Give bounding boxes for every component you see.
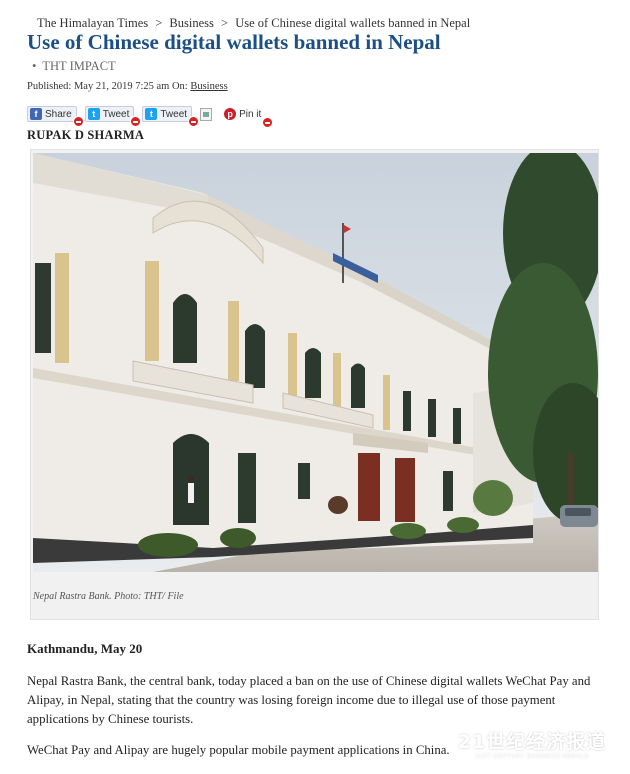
breadcrumb-separator: > — [221, 16, 229, 30]
breadcrumb-current: Use of Chinese digital wallets banned in… — [235, 16, 471, 30]
breadcrumb-business-link[interactable]: Business — [169, 16, 213, 30]
facebook-share-label: Share — [45, 108, 72, 120]
article-photo — [33, 153, 598, 572]
impact-label: • THT IMPACT — [32, 59, 116, 74]
facebook-icon: f — [30, 108, 42, 120]
facebook-share-button[interactable]: f Share — [27, 106, 84, 127]
tweet-button-2[interactable]: t Tweet — [142, 106, 200, 127]
article-figure: Nepal Rastra Bank. Photo: THT/ File — [30, 149, 599, 620]
article-title: Use of Chinese digital wallets banned in… — [27, 30, 441, 54]
watermark-subtext: 21ST CENTURY BUSINESS HERALD — [475, 754, 589, 760]
twitter-icon: t — [145, 108, 158, 120]
tweet-label: Tweet — [102, 108, 130, 120]
published-date: Published: May 21, 2019 7:25 am On: — [27, 81, 191, 92]
pinterest-icon: p — [224, 108, 237, 120]
publisher-watermark: 21世纪经济报道 21ST CENTURY BUSINESS HERALD — [452, 727, 612, 767]
article-dateline: Kathmandu, May 20 — [27, 641, 143, 656]
pin-it-button[interactable]: p Pin it — [222, 106, 274, 128]
published-line: Published: May 21, 2019 7:25 am On: Busi… — [27, 81, 228, 92]
bullet-icon: • — [32, 59, 37, 73]
broken-image-icon — [200, 107, 213, 121]
pin-it-label: Pin it — [239, 108, 262, 120]
breadcrumb-home-link[interactable]: The Himalayan Times — [37, 16, 148, 30]
close-badge-icon[interactable] — [188, 116, 200, 127]
breadcrumb-separator: > — [155, 16, 163, 30]
twitter-icon: t — [87, 108, 100, 120]
category-link[interactable]: Business — [190, 81, 227, 92]
share-bar: f Share t Tweet t Tweet p Pin it — [27, 104, 274, 128]
close-badge-icon[interactable] — [130, 116, 142, 127]
photo-caption: Nepal Rastra Bank. Photo: THT/ File — [33, 591, 184, 602]
author-byline: RUPAK D SHARMA — [27, 128, 145, 142]
close-badge-icon[interactable] — [72, 116, 84, 127]
article-paragraph: Nepal Rastra Bank, the central bank, tod… — [27, 674, 591, 726]
tweet-label-2: Tweet — [160, 108, 188, 120]
breadcrumb: The Himalayan Times > Business > Use of … — [37, 16, 470, 31]
tweet-button[interactable]: t Tweet — [84, 106, 142, 127]
close-badge-icon[interactable] — [262, 117, 274, 128]
impact-text: THT IMPACT — [42, 59, 116, 73]
watermark-text: 21世纪经济报道 — [457, 731, 607, 753]
